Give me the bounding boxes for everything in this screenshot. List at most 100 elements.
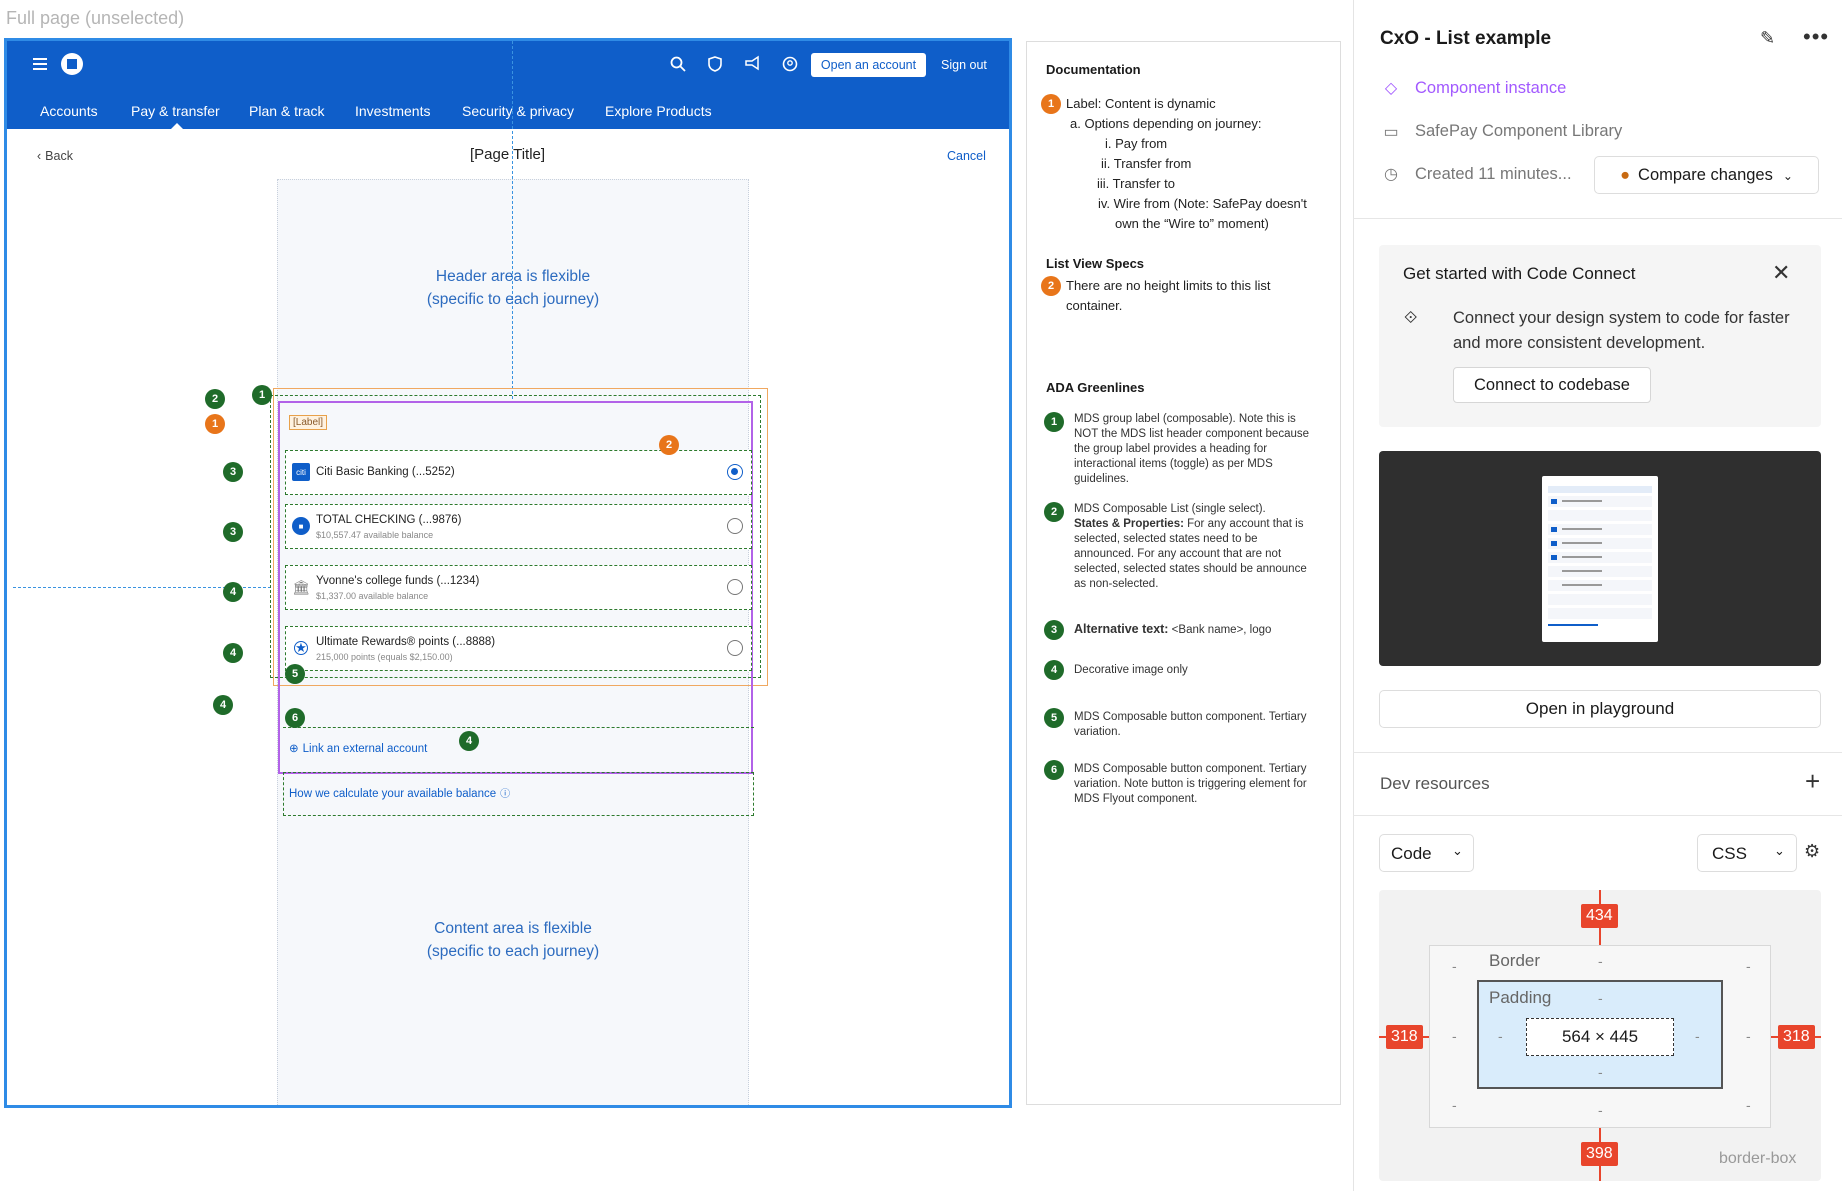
history-icon: ◷ xyxy=(1384,166,1398,183)
compare-changes-button[interactable]: ● Compare changes ⌄ xyxy=(1594,156,1819,194)
doc-options-line: a. Options depending on journey: xyxy=(1070,116,1262,131)
calc-balance-link[interactable]: How we calculate your available balance ⓘ xyxy=(289,785,510,800)
nav-explore-products[interactable]: Explore Products xyxy=(605,103,712,119)
border-label: Border xyxy=(1489,951,1541,970)
padding-top-value: - xyxy=(1598,990,1603,1006)
ada-badge-6: 6 xyxy=(1044,760,1064,780)
doc-badge-1: 1 xyxy=(1041,94,1061,114)
more-options-icon[interactable]: ••• xyxy=(1803,24,1829,50)
border-corner-value: - xyxy=(1452,1097,1457,1113)
account-row[interactable]: citi Citi Basic Banking (...5252) xyxy=(285,450,752,495)
close-icon[interactable]: ✕ xyxy=(1772,260,1790,286)
radio-selected-icon[interactable] xyxy=(727,464,743,480)
box-model-content-size: 564 × 445 xyxy=(1526,1018,1674,1056)
account-balance: 215,000 points (equals $2,150.00) xyxy=(316,652,453,662)
bank-building-icon: 🏛 xyxy=(292,578,310,595)
add-icon[interactable]: + xyxy=(1805,766,1820,797)
border-corner-value: - xyxy=(1746,1097,1751,1113)
nav-security-privacy[interactable]: Security & privacy xyxy=(462,103,574,119)
margin-left-value: 318 xyxy=(1386,1025,1423,1049)
account-row[interactable]: 🏛 Yvonne's college funds (...1234) $1,33… xyxy=(285,565,752,610)
doc-option: i. Pay from xyxy=(1105,136,1168,151)
account-row[interactable]: ★ Ultimate Rewards® points (...8888) 215… xyxy=(285,626,752,671)
bank-logo-icon[interactable] xyxy=(61,53,83,75)
chevron-down-icon: ⌄ xyxy=(1782,168,1793,183)
back-label: Back xyxy=(45,149,73,163)
design-frame[interactable]: Open an account Sign out Accounts Pay & … xyxy=(4,38,1012,1108)
open-account-button[interactable]: Open an account xyxy=(811,53,926,77)
search-icon[interactable] xyxy=(665,51,691,77)
border-corner-value: - xyxy=(1452,958,1457,974)
connect-codebase-button[interactable]: Connect to codebase xyxy=(1453,367,1651,403)
chevron-left-icon: ‹ xyxy=(37,149,42,163)
doc-badge-2: 2 xyxy=(659,435,679,455)
open-playground-button[interactable]: Open in playground xyxy=(1379,690,1821,728)
shield-icon[interactable] xyxy=(702,51,728,77)
profile-icon[interactable] xyxy=(777,51,803,77)
link-external-button[interactable]: ⊕ Link an external account xyxy=(289,741,427,755)
greenline-badge-4: 4 xyxy=(223,582,243,602)
doc-label-line: Label: Content is dynamic xyxy=(1066,96,1216,111)
greenline-badge-5: 5 xyxy=(285,664,305,684)
nav-pay-transfer[interactable]: Pay & transfer xyxy=(131,103,220,119)
box-sizing-mode: border-box xyxy=(1719,1150,1797,1167)
css-dropdown-label: CSS xyxy=(1712,844,1747,863)
border-top-value: - xyxy=(1598,953,1603,969)
plus-circle-icon: ⊕ xyxy=(289,743,299,755)
header-note-line-1: Header area is flexible xyxy=(435,268,591,285)
component-instance-link[interactable]: Component instance xyxy=(1415,79,1566,98)
cancel-link[interactable]: Cancel xyxy=(947,149,986,163)
nav-plan-track[interactable]: Plan & track xyxy=(249,103,324,119)
code-connect-title: Get started with Code Connect xyxy=(1403,264,1636,283)
code-dropdown[interactable]: Code ⌄ xyxy=(1379,834,1474,872)
ada-badge-4: 4 xyxy=(1044,660,1064,680)
doc-badge-1: 1 xyxy=(205,414,225,434)
megaphone-icon[interactable] xyxy=(740,51,766,77)
doc-option: own the “Wire to” moment) xyxy=(1115,216,1269,231)
page-title: [Page Title] xyxy=(470,146,546,163)
account-balance: $1,337.00 available balance xyxy=(316,591,429,601)
ada-badge-2: 2 xyxy=(1044,502,1064,522)
ada-text-3-rest: <Bank name>, logo xyxy=(1168,624,1272,636)
account-name: Ultimate Rewards® points (...8888) xyxy=(316,636,496,648)
margin-right-value: 318 xyxy=(1778,1025,1815,1049)
doc-title: Documentation xyxy=(1046,62,1141,77)
bank-logo-icon: ■ xyxy=(292,517,310,535)
doc-list-text-2: container. xyxy=(1066,298,1123,313)
status-dot-icon: ● xyxy=(1620,165,1631,184)
edit-icon[interactable]: ✎ xyxy=(1760,28,1775,49)
ada-text-2-line: MDS Composable List (single select). xyxy=(1074,503,1266,515)
link-external-label: Link an external account xyxy=(302,743,428,755)
compare-label: Compare changes xyxy=(1638,165,1773,184)
sign-out-link[interactable]: Sign out xyxy=(941,58,987,72)
group-label: [Label] xyxy=(289,415,328,430)
radio-unselected-icon[interactable] xyxy=(727,579,743,595)
settings-sliders-icon[interactable]: ⚙ xyxy=(1804,841,1820,862)
margin-top-value: 434 xyxy=(1581,904,1618,928)
menu-icon[interactable] xyxy=(27,51,53,77)
doc-badge-2: 2 xyxy=(1041,276,1061,296)
library-name[interactable]: SafePay Component Library xyxy=(1415,122,1622,141)
doc-option: ii. Transfer from xyxy=(1101,156,1192,171)
info-icon: ⓘ xyxy=(500,789,511,800)
account-row[interactable]: ■ TOTAL CHECKING (...9876) $10,557.47 av… xyxy=(285,504,752,549)
panel-title: CxO - List example xyxy=(1380,28,1552,49)
component-diamond-icon: ◇ xyxy=(1384,80,1398,97)
nav-accounts[interactable]: Accounts xyxy=(40,103,98,119)
doc-option: iii. Transfer to xyxy=(1097,176,1176,191)
account-name: Citi Basic Banking (...5252) xyxy=(316,466,455,478)
radio-unselected-icon[interactable] xyxy=(727,640,743,656)
documentation-panel: Documentation 1 Label: Content is dynami… xyxy=(1026,41,1341,1105)
back-link[interactable]: ‹ Back xyxy=(37,149,73,163)
header-flex-note: Header area is flexible (specific to eac… xyxy=(277,265,749,311)
created-time: Created 11 minutes... xyxy=(1415,165,1572,183)
chevron-down-icon: ⌄ xyxy=(1452,843,1463,858)
doc-list-title: List View Specs xyxy=(1046,256,1145,271)
css-dropdown[interactable]: CSS ⌄ xyxy=(1697,834,1797,872)
radio-unselected-icon[interactable] xyxy=(727,518,743,534)
ada-text-4: Decorative image only xyxy=(1074,664,1188,676)
padding-right-value: - xyxy=(1695,1028,1700,1044)
citi-logo-icon: citi xyxy=(292,463,310,481)
nav-investments[interactable]: Investments xyxy=(355,103,430,119)
margin-bottom-value: 398 xyxy=(1581,1142,1618,1166)
